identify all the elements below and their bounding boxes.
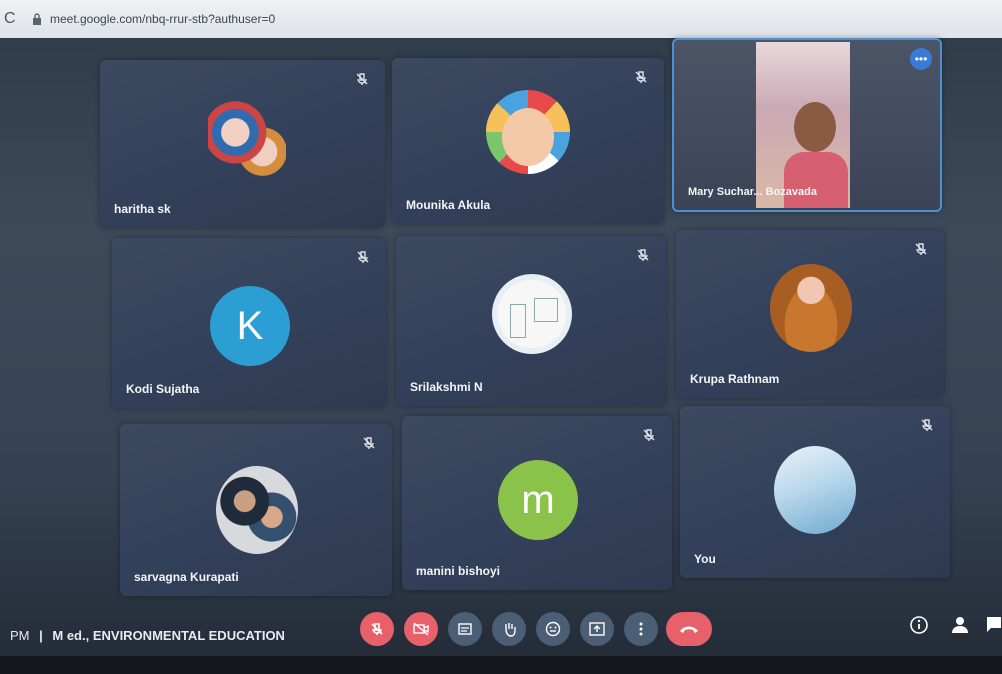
avatar-baby-photo [486, 90, 570, 174]
meet-screen: C meet.google.com/nbq-rrur-stb?authuser=… [0, 0, 1002, 674]
mic-off-button[interactable] [360, 612, 394, 646]
separator: | [39, 628, 43, 643]
participant-name: You [694, 552, 716, 566]
participant-name: Kodi Sujatha [126, 382, 200, 396]
participant-name: Mary Suchar... Bozavada [688, 186, 817, 198]
participant-tile[interactable]: Krupa Rathnam [676, 230, 944, 398]
participant-tile[interactable]: Mounika Akula [392, 58, 664, 224]
mic-off-icon [635, 71, 647, 83]
url-text[interactable]: meet.google.com/nbq-rrur-stb?authuser=0 [50, 12, 275, 26]
avatar-water-image [774, 446, 856, 534]
camera-off-button[interactable] [404, 612, 438, 646]
more-options-button[interactable] [624, 612, 658, 646]
phone-end-icon [680, 626, 698, 633]
participant-tile[interactable]: haritha sk [100, 60, 385, 228]
mic-off-icon [915, 243, 927, 255]
avatar-sketch-image [492, 274, 572, 354]
participant-name: manini bishoyi [416, 564, 501, 578]
mic-off-icon [637, 249, 649, 261]
participant-name: Mounika Akula [406, 198, 491, 212]
browser-address-bar[interactable]: C meet.google.com/nbq-rrur-stb?authuser=… [0, 0, 1002, 38]
avatar-letter: K [210, 286, 290, 366]
participant-tile[interactable]: K Kodi Sujatha [112, 238, 386, 408]
participant-name: haritha sk [114, 202, 171, 216]
more-icon[interactable]: ••• [910, 48, 932, 70]
more-vert-icon [639, 622, 643, 636]
mic-off-icon [356, 73, 368, 85]
mic-off-icon [643, 429, 655, 441]
people-icon[interactable] [950, 616, 970, 634]
avatar-letter: m [498, 460, 578, 540]
avatar-deity-image [208, 94, 286, 190]
hand-icon [505, 623, 516, 637]
captions-icon [458, 623, 472, 635]
participant-name: sarvagna Kurapati [134, 570, 239, 584]
participant-tile[interactable]: m manini bishoyi [402, 416, 672, 590]
present-icon [589, 622, 605, 636]
reactions-button[interactable] [536, 612, 570, 646]
captions-button[interactable] [448, 612, 482, 646]
meeting-info: PM | M ed., ENVIRONMENTAL EDUCATION [10, 628, 285, 643]
mic-off-icon [363, 437, 375, 449]
reload-icon[interactable]: C [4, 10, 22, 28]
avatar-couple-photo [216, 466, 298, 554]
raise-hand-button[interactable] [492, 612, 526, 646]
mic-off-icon [921, 419, 933, 431]
os-taskbar [0, 656, 1002, 674]
participant-name: Krupa Rathnam [690, 372, 780, 386]
participant-tile[interactable]: sarvagna Kurapati [120, 424, 392, 596]
participant-name: Srilakshmi N [410, 380, 483, 394]
mic-off-icon [371, 623, 383, 635]
avatar-baby-photo [770, 264, 852, 352]
info-icon[interactable] [910, 616, 928, 634]
present-button[interactable] [580, 612, 614, 646]
participant-tile-active[interactable]: ••• Mary Suchar... Bozavada [672, 38, 942, 212]
chat-icon[interactable] [986, 616, 1002, 634]
participant-tile[interactable]: Srilakshmi N [396, 236, 666, 406]
lock-icon [33, 13, 41, 25]
emoji-icon [545, 621, 561, 637]
participant-tile[interactable]: You [680, 406, 950, 578]
meeting-controls-bar: PM | M ed., ENVIRONMENTAL EDUCATION [0, 604, 1002, 656]
mic-off-icon [357, 251, 369, 263]
meeting-time: PM [10, 628, 30, 643]
camera-off-icon [413, 622, 429, 636]
leave-call-button[interactable] [666, 612, 712, 646]
meeting-title: M ed., ENVIRONMENTAL EDUCATION [52, 628, 285, 643]
video-feed [756, 42, 850, 208]
